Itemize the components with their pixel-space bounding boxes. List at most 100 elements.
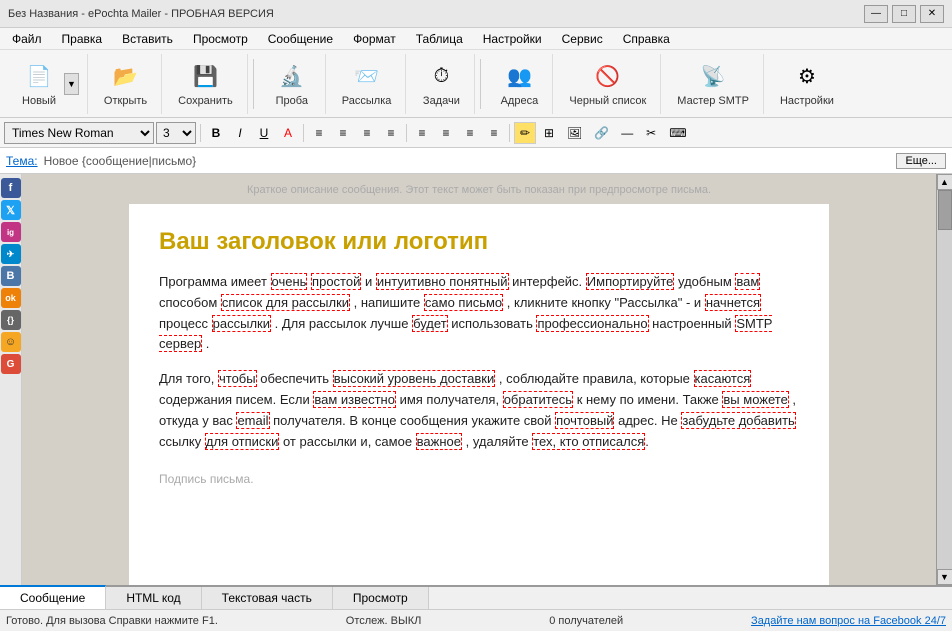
tab-preview[interactable]: Просмотр — [333, 587, 429, 609]
spell-word: список для рассылки — [221, 294, 350, 311]
title-bar: Без Названия - ePochta Mailer - ПРОБНАЯ … — [0, 0, 952, 28]
probe-icon: 🔬 — [276, 61, 308, 93]
italic-button[interactable]: I — [229, 122, 251, 144]
special-button[interactable]: ✂ — [640, 122, 662, 144]
google-button[interactable]: G — [1, 354, 21, 374]
telegram-button[interactable]: ✈ — [1, 244, 21, 264]
subject-more-button[interactable]: Еще... — [896, 153, 946, 169]
scrollbar-down-button[interactable]: ▼ — [937, 569, 952, 585]
highlight-button[interactable]: ✏ — [514, 122, 536, 144]
spell-word: важное — [416, 433, 462, 450]
scrollbar-up-button[interactable]: ▲ — [937, 174, 952, 190]
main-area: f 𝕏 ig ✈ B ok {} ☺ G Краткое описание со… — [0, 174, 952, 585]
underline-button[interactable]: U — [253, 122, 275, 144]
color-button[interactable]: A — [277, 122, 299, 144]
size-select[interactable]: 1234567 — [156, 122, 196, 144]
settings-label: Настройки — [780, 95, 834, 107]
source-button[interactable]: ⌨ — [664, 122, 691, 144]
addr-button[interactable]: 👥 Адреса — [494, 58, 544, 110]
menu-settings[interactable]: Настройки — [475, 30, 550, 48]
menu-view[interactable]: Просмотр — [185, 30, 256, 48]
editor-scrollbar: ▲ ▼ — [936, 174, 952, 585]
send-label: Рассылка — [342, 95, 392, 107]
subject-input[interactable] — [44, 154, 891, 168]
menu-help[interactable]: Справка — [615, 30, 678, 48]
settings-button[interactable]: ⚙ Настройки — [774, 58, 840, 110]
align-right-button[interactable]: ≡ — [356, 122, 378, 144]
spell-word: вам — [735, 273, 760, 290]
new-dropdown[interactable]: ▼ — [64, 73, 79, 95]
twitter-button[interactable]: 𝕏 — [1, 200, 21, 220]
menu-table[interactable]: Таблица — [408, 30, 471, 48]
save-button[interactable]: 💾 Сохранить — [172, 58, 239, 110]
email-body[interactable]: Ваш заголовок или логотип Программа имее… — [129, 204, 829, 585]
menu-service[interactable]: Сервис — [554, 30, 611, 48]
block-button[interactable]: 🚫 Черный список — [563, 58, 652, 110]
spell-word: чтобы — [218, 370, 257, 387]
open-button[interactable]: 📂 Открыть — [98, 58, 153, 110]
open-icon: 📂 — [110, 61, 142, 93]
menu-bar: Файл Правка Вставить Просмотр Сообщение … — [0, 28, 952, 50]
email-paragraph-1: Программа имеет очень простой и интуитив… — [159, 272, 799, 355]
menu-edit[interactable]: Правка — [54, 30, 111, 48]
braces-button[interactable]: {} — [1, 310, 21, 330]
spell-word: Импортируйте — [586, 273, 675, 290]
tab-html[interactable]: HTML код — [106, 587, 201, 609]
menu-format[interactable]: Формат — [345, 30, 404, 48]
vk-button[interactable]: B — [1, 266, 21, 286]
addr-icon: 👥 — [503, 61, 535, 93]
format-sep-3 — [406, 124, 407, 142]
spell-word: обратитесь — [503, 391, 573, 408]
probe-button[interactable]: 🔬 Проба — [267, 58, 317, 110]
smile-button[interactable]: ☺ — [1, 332, 21, 352]
minimize-button[interactable]: — — [864, 5, 888, 23]
align-center-button[interactable]: ≡ — [332, 122, 354, 144]
align-left-button[interactable]: ≡ — [308, 122, 330, 144]
tasks-label: Задачи — [423, 95, 460, 107]
ok-button[interactable]: ok — [1, 288, 21, 308]
image-button[interactable]: 🖼 — [562, 122, 587, 144]
tab-text[interactable]: Текстовая часть — [202, 587, 333, 609]
toolbar-group-settings: ⚙ Настройки — [766, 54, 848, 114]
spell-word: забудьте добавить — [681, 412, 796, 429]
email-signature: Подпись письма. — [159, 472, 799, 486]
facebook-button[interactable]: f — [1, 178, 21, 198]
format-bar: Times New Roman Arial Verdana 1234567 B … — [0, 118, 952, 148]
send-button[interactable]: 📨 Рассылка — [336, 58, 398, 110]
toolbar-group-save: 💾 Сохранить — [164, 54, 248, 114]
link-button[interactable]: 🔗 — [589, 122, 614, 144]
bold-button[interactable]: B — [205, 122, 227, 144]
probe-label: Проба — [276, 95, 308, 107]
ordered-list-button[interactable]: ≡ — [435, 122, 457, 144]
editor-content[interactable]: Краткое описание сообщения. Этот текст м… — [22, 174, 936, 585]
instagram-button[interactable]: ig — [1, 222, 21, 242]
tasks-button[interactable]: ⏱ Задачи — [416, 58, 466, 110]
indent-button[interactable]: ≡ — [459, 122, 481, 144]
tab-message[interactable]: Сообщение — [0, 585, 106, 609]
menu-file[interactable]: Файл — [4, 30, 50, 48]
scrollbar-thumb[interactable] — [938, 190, 952, 230]
spell-word: само письмо — [424, 294, 503, 311]
spell-word: простой — [311, 273, 361, 290]
spell-word: тех, кто отписался — [532, 433, 645, 450]
toolbar-group-open: 📂 Открыть — [90, 54, 162, 114]
new-button[interactable]: 📄 Новый — [14, 58, 64, 110]
font-select[interactable]: Times New Roman Arial Verdana — [4, 122, 154, 144]
outdent-button[interactable]: ≡ — [483, 122, 505, 144]
status-link[interactable]: Задайте нам вопрос на Facebook 24/7 — [751, 615, 946, 627]
menu-message[interactable]: Сообщение — [260, 30, 341, 48]
spell-word: рассылки — [212, 315, 271, 332]
smtp-button[interactable]: 📡 Мастер SMTP — [671, 58, 755, 110]
table-button[interactable]: ⊞ — [538, 122, 560, 144]
status-count-text: 0 получателей — [549, 615, 623, 627]
hr-button[interactable]: — — [616, 122, 638, 144]
scrollbar-track[interactable] — [937, 190, 952, 569]
email-title: Ваш заголовок или логотип — [159, 228, 799, 256]
close-button[interactable]: ✕ — [920, 5, 944, 23]
maximize-button[interactable]: □ — [892, 5, 916, 23]
align-justify-button[interactable]: ≡ — [380, 122, 402, 144]
toolbar-group-block: 🚫 Черный список — [555, 54, 661, 114]
menu-insert[interactable]: Вставить — [114, 30, 181, 48]
format-sep-1 — [200, 124, 201, 142]
list-button[interactable]: ≡ — [411, 122, 433, 144]
